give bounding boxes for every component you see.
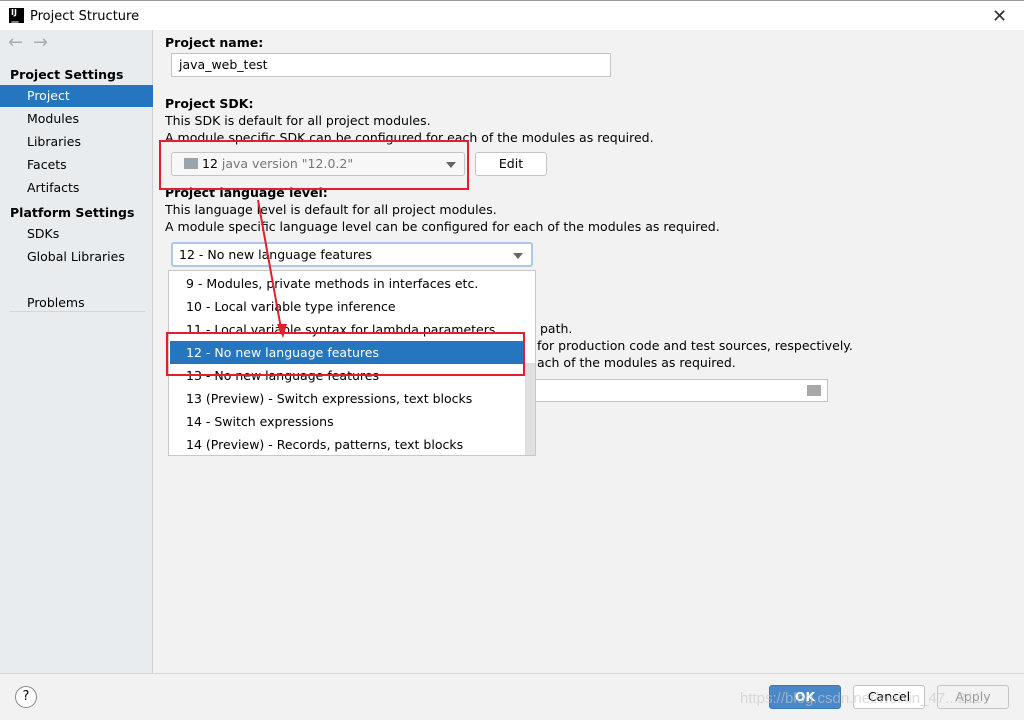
edit-button[interactable]: Edit [475,152,547,176]
ok-button[interactable]: OK [769,685,841,709]
compiler-text-fragment: path. [540,321,573,336]
annotation-box-option [166,332,525,376]
sidebar-item-sdks[interactable]: SDKs [0,223,153,245]
intellij-icon: IJ — [9,8,24,26]
project-name-input[interactable]: java_web_test [171,53,611,77]
sidebar-item-modules[interactable]: Modules [0,108,153,130]
compiler-text-fragment: for production code and test sources, re… [537,338,853,353]
folder-icon[interactable] [807,385,821,396]
dropdown-option[interactable]: 9 - Modules, private methods in interfac… [170,272,525,295]
help-button[interactable]: ? [15,686,37,708]
scrollbar[interactable] [525,363,535,455]
language-level-select[interactable]: 12 - No new language features [171,242,533,267]
arrow-right-icon[interactable]: → [33,32,48,53]
sdk-description-1: This SDK is default for all project modu… [165,113,431,128]
sidebar: ← → Project Settings Project Modules Lib… [0,30,153,673]
cancel-button[interactable]: Cancel [853,685,925,709]
arrow-left-icon[interactable]: ← [8,32,23,53]
section-project-settings: Project Settings [10,67,124,82]
language-description-2: A module specific language level can be … [165,219,720,234]
close-icon[interactable]: ✕ [992,6,1007,27]
project-sdk-label: Project SDK: [165,96,254,111]
section-platform-settings: Platform Settings [10,205,135,220]
dropdown-option[interactable]: 14 (Preview) - Records, patterns, text b… [170,433,525,456]
sidebar-item-facets[interactable]: Facets [0,154,153,176]
sidebar-item-libraries[interactable]: Libraries [0,131,153,153]
project-name-label: Project name: [165,35,264,50]
chevron-down-icon [513,253,523,259]
sidebar-item-global-libraries[interactable]: Global Libraries [0,246,153,268]
annotation-box-sdk [159,140,469,190]
apply-button[interactable]: Apply [937,685,1009,709]
sidebar-item-project[interactable]: Project [0,85,153,107]
language-level-value: 12 - No new language features [179,247,372,262]
language-description-1: This language level is default for all p… [165,202,497,217]
title-bar: IJ — Project Structure ✕ [0,0,1024,30]
compiler-output-input[interactable] [520,379,828,402]
sidebar-item-problems[interactable]: Problems [0,292,153,314]
dropdown-option[interactable]: 14 - Switch expressions [170,410,525,433]
dropdown-option[interactable]: 13 (Preview) - Switch expressions, text … [170,387,525,410]
compiler-text-fragment: ach of the modules as required. [537,355,736,370]
sidebar-item-artifacts[interactable]: Artifacts [0,177,153,199]
dropdown-option[interactable]: 10 - Local variable type inference [170,295,525,318]
window-title: Project Structure [30,9,140,24]
